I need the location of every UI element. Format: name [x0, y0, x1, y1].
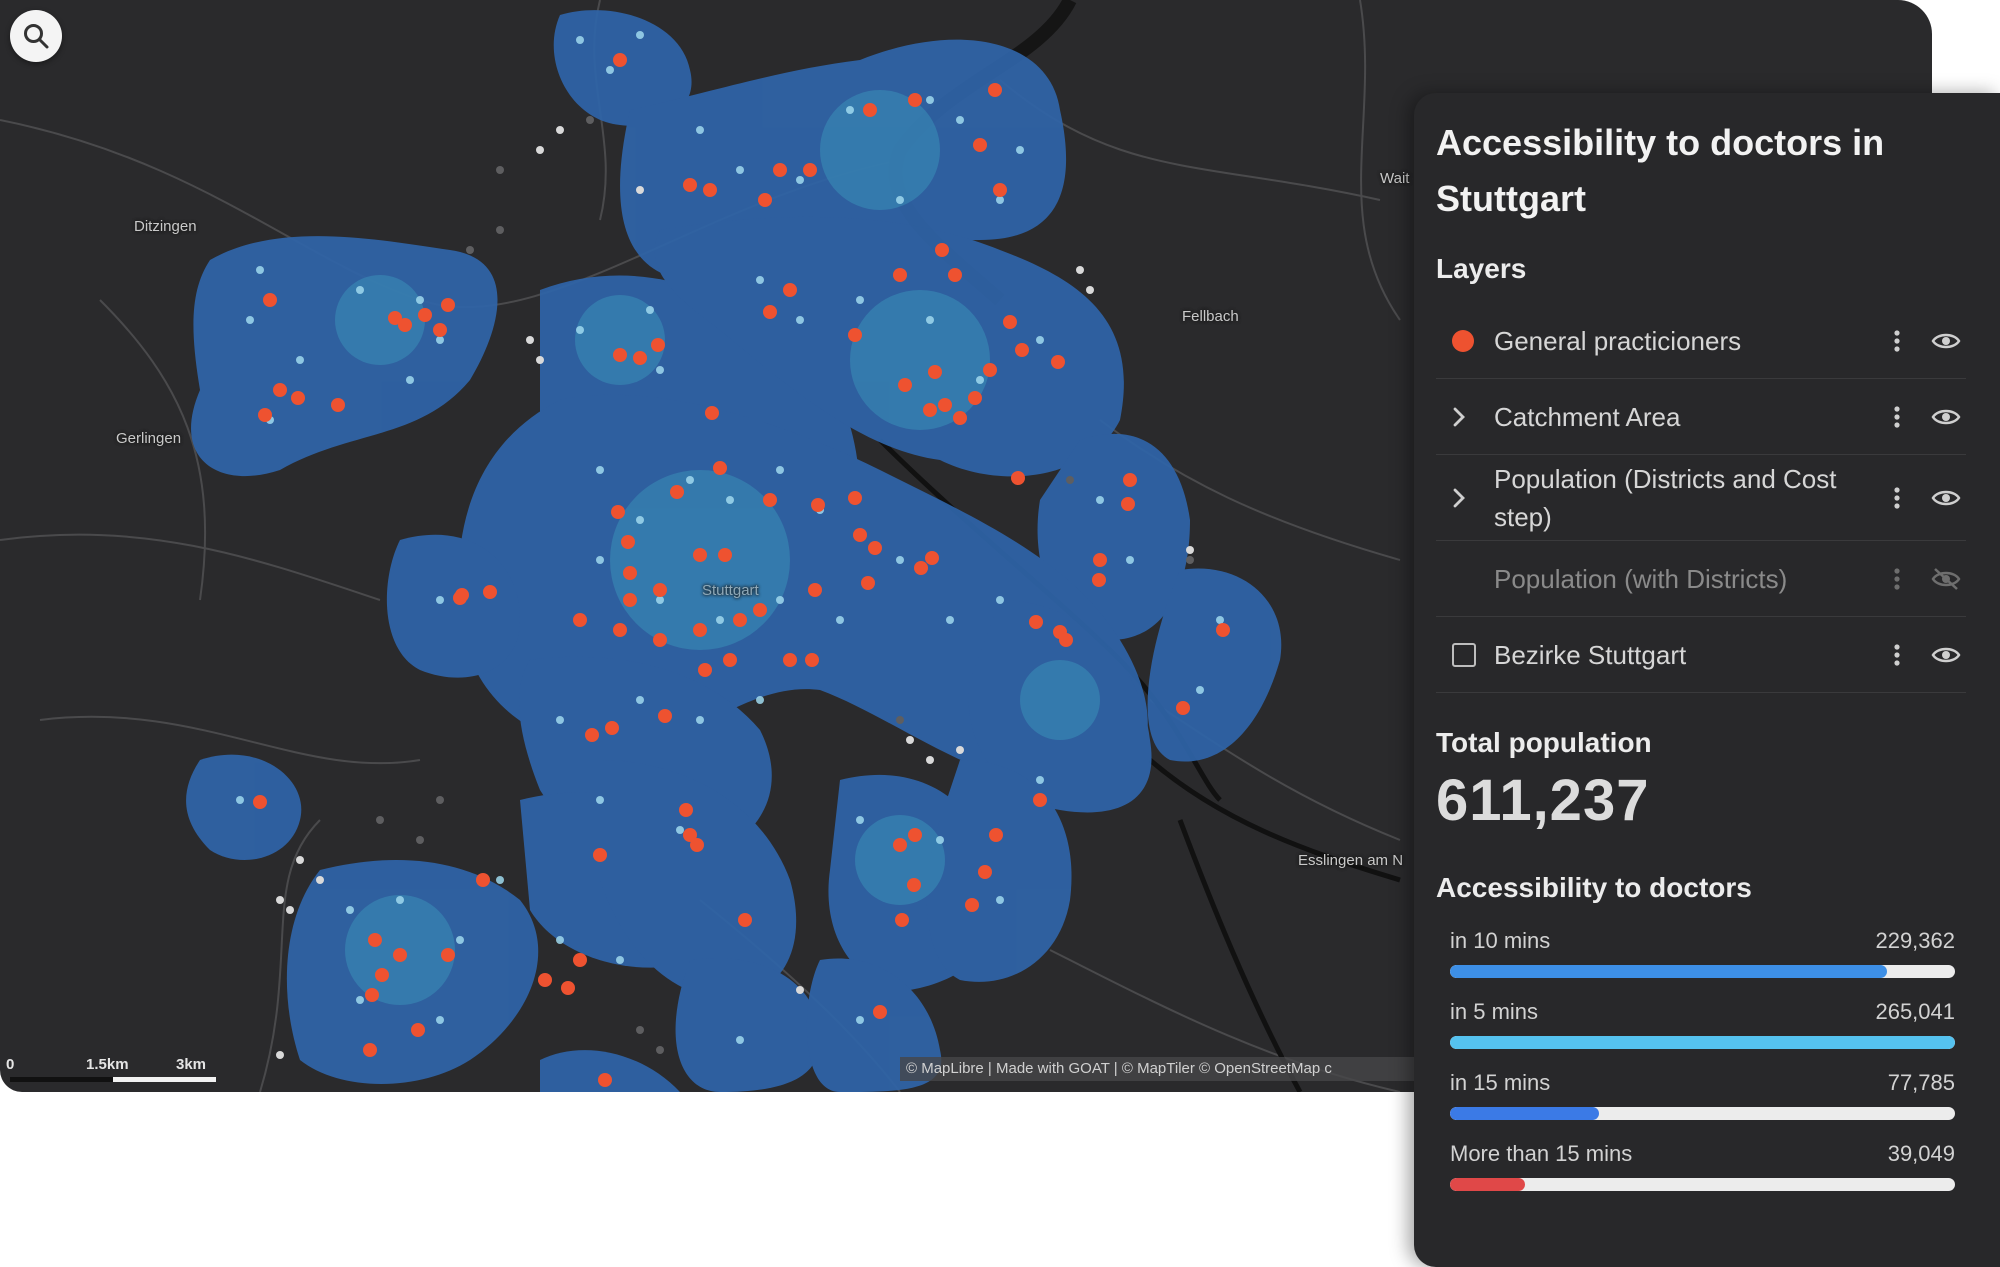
total-population-heading: Total population — [1436, 727, 1652, 758]
legend-panel: Accessibility to doctors in Stuttgart La… — [1414, 93, 2000, 1267]
map-scale-bar: 0 1.5km 3km — [6, 1056, 218, 1086]
place-label-esslingen: Esslingen am N — [1298, 852, 1404, 869]
more-options-icon[interactable] — [1884, 567, 1910, 590]
eye-icon[interactable] — [1930, 406, 1962, 428]
accessibility-item: in 5 mins 265,041 — [1450, 997, 1955, 1068]
accessibility-bar-fill — [1450, 1036, 1955, 1049]
layer-row-general-practicioners[interactable]: General practicioners — [1436, 303, 1966, 379]
layer-row-bezirke-stuttgart[interactable]: Bezirke Stuttgart — [1436, 617, 1966, 693]
layer-row-catchment-area[interactable]: Catchment Area — [1436, 379, 1966, 455]
accessibility-item: in 10 mins 229,362 — [1450, 926, 1955, 997]
place-label-gerlingen: Gerlingen — [116, 430, 182, 447]
checkbox[interactable] — [1452, 642, 1476, 667]
layer-row-population-districts-cost-step[interactable]: Population (Districts and Cost step) — [1436, 455, 1966, 541]
layer-label: Catchment Area — [1494, 401, 1681, 432]
total-population-value: 611,237 — [1436, 768, 1650, 833]
accessibility-bar-fill — [1450, 1107, 1599, 1120]
accessibility-label: More than 15 mins — [1450, 1141, 1633, 1166]
search-icon — [24, 24, 49, 49]
layer-label: Bezirke Stuttgart — [1494, 639, 1687, 670]
eye-icon[interactable] — [1930, 644, 1962, 666]
place-label-stuttgart: Stuttgart — [702, 582, 759, 599]
scale-label-zero: 0 — [6, 1056, 15, 1073]
accessibility-label: in 5 mins — [1450, 999, 1539, 1024]
scale-label-end: 3km — [176, 1056, 207, 1073]
more-options-icon[interactable] — [1884, 329, 1910, 352]
accessibility-item: in 15 mins 77,785 — [1450, 1068, 1955, 1139]
accessibility-bar — [1450, 965, 1955, 978]
place-label-ditzingen: Ditzingen — [134, 218, 197, 235]
panel-title: Accessibility to doctors in Stuttgart — [1436, 122, 1885, 219]
layer-label: Population (with Districts) — [1494, 563, 1788, 594]
place-label-fellbach: Fellbach — [1182, 308, 1239, 325]
accessibility-label: in 10 mins — [1450, 928, 1551, 953]
accessibility-value: 229,362 — [1875, 928, 1955, 953]
accessibility-item: More than 15 mins 39,049 — [1450, 1139, 1955, 1210]
layer-label: Population (Districts and Cost step) — [1494, 463, 1837, 532]
place-label-waiblingen: Wait — [1380, 170, 1410, 187]
more-options-icon[interactable] — [1884, 486, 1910, 509]
accessibility-bar-fill — [1450, 965, 1887, 978]
layer-row-population-with-districts[interactable]: Population (with Districts) — [1436, 541, 1966, 617]
layer-list: General practicioners Catchment Area Pop… — [1436, 303, 1966, 693]
map-attribution[interactable]: © MapLibre | Made with GOAT | © MapTiler… — [900, 1057, 1426, 1081]
accessibility-bar — [1450, 1107, 1955, 1120]
layers-heading: Layers — [1436, 253, 1527, 284]
accessibility-label: in 15 mins — [1450, 1070, 1551, 1095]
accessibility-bar — [1450, 1178, 1955, 1191]
eye-icon[interactable] — [1930, 330, 1962, 352]
accessibility-list: in 10 mins 229,362 in 5 mins 265,041 in 15… — [1436, 926, 1955, 1210]
accessibility-value: 39,049 — [1887, 1141, 1955, 1166]
eye-off-icon[interactable] — [1930, 567, 1962, 591]
chevron-right-icon[interactable] — [1452, 487, 1466, 509]
accessibility-value: 265,041 — [1875, 999, 1955, 1024]
accessibility-heading: Accessibility to doctors — [1436, 872, 1752, 903]
chevron-right-icon[interactable] — [1452, 406, 1466, 428]
more-options-icon[interactable] — [1884, 405, 1910, 428]
accessibility-bar-fill — [1450, 1178, 1525, 1191]
scale-bar-graphic — [10, 1077, 216, 1082]
layer-label: General practicioners — [1494, 325, 1742, 356]
search-button[interactable] — [10, 10, 62, 62]
more-options-icon[interactable] — [1884, 643, 1910, 666]
eye-icon[interactable] — [1930, 487, 1962, 509]
orange-dot-icon — [1452, 329, 1474, 352]
scale-label-mid: 1.5km — [86, 1056, 129, 1073]
accessibility-bar — [1450, 1036, 1955, 1049]
accessibility-value: 77,785 — [1887, 1070, 1955, 1095]
